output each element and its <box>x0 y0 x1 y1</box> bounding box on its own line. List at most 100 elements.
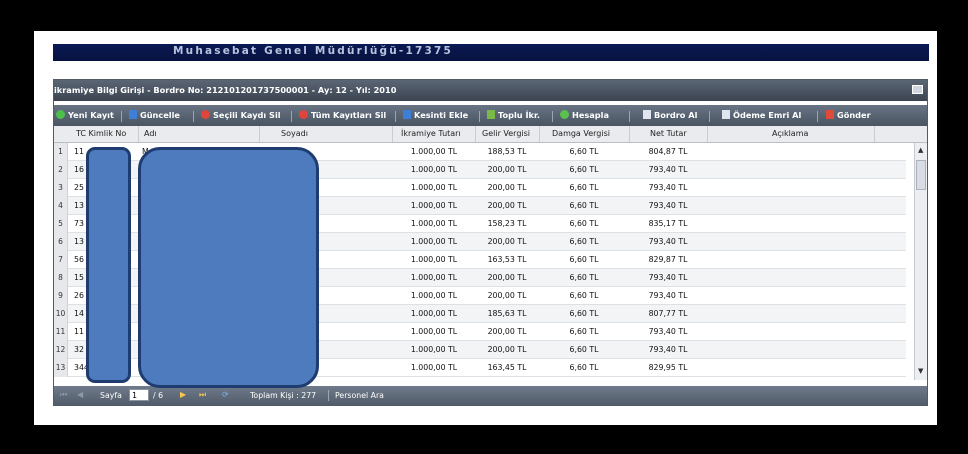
cell-net: 793,40 TL <box>648 237 688 246</box>
col-header-tc[interactable]: TC Kimlik No <box>76 129 126 138</box>
cell-income-tax: 200,00 TL <box>487 237 527 246</box>
row-number: 2 <box>54 161 68 179</box>
cell-net: 793,40 TL <box>648 201 688 210</box>
col-header-name[interactable]: Adı <box>144 129 157 138</box>
col-header-bonus[interactable]: İkramiye Tutarı <box>401 129 461 138</box>
cell-stamp-tax: 6,60 TL <box>569 219 599 228</box>
footer-separator <box>328 390 329 401</box>
cell-net: 829,95 TL <box>648 363 688 372</box>
cell-bonus: 1.000,00 TL <box>410 183 458 192</box>
next-page-icon[interactable]: ▶ <box>180 390 186 399</box>
column-divider <box>392 126 393 142</box>
cell-income-tax: 200,00 TL <box>487 183 527 192</box>
toolbar-separator <box>395 111 396 122</box>
prev-page-icon[interactable]: ◀ <box>77 390 83 399</box>
calculate-button[interactable]: Hesapla <box>560 110 609 120</box>
column-divider <box>259 126 260 142</box>
cell-net: 793,40 TL <box>648 165 688 174</box>
col-header-income-tax[interactable]: Gelir Vergisi <box>482 129 530 138</box>
send-icon <box>826 110 834 119</box>
col-header-stamp-tax[interactable]: Damga Vergisi <box>552 129 610 138</box>
first-page-icon[interactable]: ⏮ <box>60 390 67 400</box>
page-number-input[interactable]: 1 <box>129 389 149 401</box>
scrollbar-thumb[interactable] <box>916 160 926 190</box>
page-label: Sayfa <box>100 391 122 400</box>
cell-net: 793,40 TL <box>648 273 688 282</box>
cell-income-tax: 200,00 TL <box>487 345 527 354</box>
row-number: 11 <box>54 323 68 341</box>
panel-title-bar: ikramiye Bilgi Girişi - Bordro No: 21210… <box>54 80 927 101</box>
row-number: 5 <box>54 215 68 233</box>
cell-bonus: 1.000,00 TL <box>410 363 458 372</box>
person-search-button[interactable]: Personel Ara <box>335 391 384 400</box>
cell-bonus: 1.000,00 TL <box>410 147 458 156</box>
row-number: 4 <box>54 197 68 215</box>
toolbar-separator <box>629 111 630 122</box>
row-number: 13 <box>54 359 68 377</box>
cell-bonus: 1.000,00 TL <box>410 273 458 282</box>
cell-stamp-tax: 6,60 TL <box>569 309 599 318</box>
column-divider <box>629 126 630 142</box>
refresh-icon[interactable]: ⟳ <box>222 390 229 399</box>
cell-net: 829,87 TL <box>648 255 688 264</box>
bulk-bonus-button[interactable]: Toplu İkr. <box>487 110 540 120</box>
col-header-note[interactable]: Açıklama <box>772 129 808 138</box>
cell-stamp-tax: 6,60 TL <box>569 237 599 246</box>
panel-title: ikramiye Bilgi Girişi - Bordro No: 21210… <box>54 85 397 95</box>
cell-income-tax: 158,23 TL <box>487 219 527 228</box>
row-number: 3 <box>54 179 68 197</box>
app-title-bar: Muhasebat Genel Müdürlüğü-17375 <box>53 44 929 61</box>
minus-circle-icon <box>201 110 210 119</box>
cell-bonus: 1.000,00 TL <box>410 345 458 354</box>
cell-income-tax: 200,00 TL <box>487 165 527 174</box>
toolbar-separator <box>479 111 480 122</box>
new-record-button[interactable]: Yeni Kayıt <box>56 110 114 120</box>
col-header-surname[interactable]: Soyadı <box>281 129 308 138</box>
delete-selected-button[interactable]: Seçili Kaydı Sil <box>201 110 281 120</box>
delete-all-button[interactable]: Tüm Kayıtları Sil <box>299 110 386 120</box>
vertical-scrollbar[interactable]: ▲ ▼ <box>914 143 927 380</box>
send-button[interactable]: Gönder <box>826 110 871 120</box>
calculator-icon <box>560 110 569 119</box>
add-deduction-button[interactable]: Kesinti Ekle <box>403 110 468 120</box>
last-page-icon[interactable]: ⏭ <box>199 390 206 400</box>
cell-bonus: 1.000,00 TL <box>410 201 458 210</box>
cell-stamp-tax: 6,60 TL <box>569 363 599 372</box>
cell-stamp-tax: 6,60 TL <box>569 183 599 192</box>
col-header-net[interactable]: Net Tutar <box>650 129 687 138</box>
cell-stamp-tax: 6,60 TL <box>569 255 599 264</box>
row-number: 7 <box>54 251 68 269</box>
get-payment-order-button[interactable]: Ödeme Emri Al <box>722 110 801 120</box>
cell-income-tax: 163,53 TL <box>487 255 527 264</box>
cell-net: 835,17 TL <box>648 219 688 228</box>
cell-income-tax: 200,00 TL <box>487 201 527 210</box>
minus-circle-icon <box>299 110 308 119</box>
scroll-up-icon[interactable]: ▲ <box>918 146 923 154</box>
cell-income-tax: 163,45 TL <box>487 363 527 372</box>
cell-stamp-tax: 6,60 TL <box>569 273 599 282</box>
toolbar-separator <box>193 111 194 122</box>
maximize-icon[interactable] <box>912 85 923 94</box>
row-number: 6 <box>54 233 68 251</box>
table-header: TC Kimlik No Adı Soyadı İkramiye Tutarı … <box>54 126 927 143</box>
row-number: 8 <box>54 269 68 287</box>
cell-income-tax: 188,53 TL <box>487 147 527 156</box>
scroll-down-icon[interactable]: ▼ <box>918 367 923 375</box>
cell-stamp-tax: 6,60 TL <box>569 165 599 174</box>
cell-bonus: 1.000,00 TL <box>410 309 458 318</box>
save-icon <box>403 110 411 119</box>
redaction-box-name <box>138 147 319 388</box>
column-divider <box>874 126 875 142</box>
cell-stamp-tax: 6,60 TL <box>569 327 599 336</box>
cell-income-tax: 200,00 TL <box>487 327 527 336</box>
column-divider <box>707 126 708 142</box>
row-number: 10 <box>54 305 68 323</box>
update-button[interactable]: Güncelle <box>129 110 180 120</box>
cell-bonus: 1.000,00 TL <box>410 165 458 174</box>
toolbar-separator <box>709 111 710 122</box>
toolbar-separator <box>552 111 553 122</box>
cell-net: 793,40 TL <box>648 183 688 192</box>
save-icon <box>129 110 137 119</box>
cell-income-tax: 200,00 TL <box>487 273 527 282</box>
get-payroll-button[interactable]: Bordro Al <box>643 110 697 120</box>
